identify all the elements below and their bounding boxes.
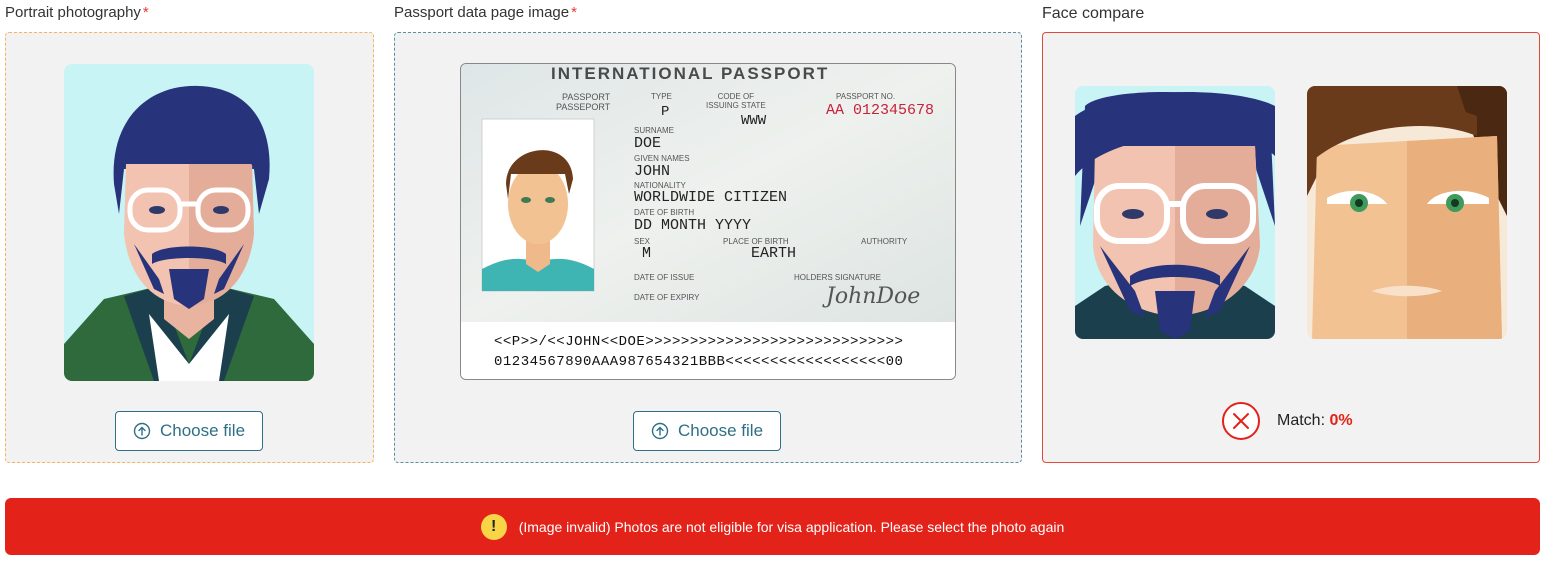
error-banner: ! (Image invalid) Photos are not eligibl… [5, 498, 1540, 555]
mrz-line-2: 01234567890AAA987654321BBB<<<<<<<<<<<<<<… [494, 354, 904, 370]
place-of-birth-value: EARTH [751, 245, 797, 262]
match-text: Match: 0% [1277, 412, 1353, 430]
passport-label-1: PASSPORT [562, 92, 611, 102]
date-of-expiry-label: DATE OF EXPIRY [634, 293, 700, 302]
face-compare-label: Face compare [1042, 5, 1145, 22]
mismatch-x-icon [1222, 402, 1260, 440]
surname-value: DOE [634, 135, 662, 152]
passport-type-label-block: PASSPORT PASSEPORT [556, 92, 610, 112]
match-percentage: 0% [1329, 412, 1353, 429]
match-label: Match: [1277, 412, 1330, 429]
portrait-label-text: Portrait photography [5, 4, 141, 21]
portrait-label: Portrait photography * [5, 4, 149, 21]
passport-upload-panel[interactable]: INTERNATIONAL PASSPORT PASSPORT PASSEPOR… [394, 32, 1022, 463]
face-compare-panel: Match: 0% [1042, 32, 1540, 463]
compare-portrait-face [1075, 86, 1275, 339]
given-names-label: GIVEN NAMES [634, 154, 690, 163]
code-value: WWW [741, 113, 767, 129]
match-result: Match: 0% [1221, 401, 1353, 441]
authority-label: AUTHORITY [861, 237, 908, 246]
given-names-value: JOHN [634, 163, 671, 180]
portrait-choose-file-button[interactable]: Choose file [115, 411, 263, 451]
choose-file-label: Choose file [677, 421, 764, 440]
type-value: P [661, 104, 670, 120]
dob-label: DATE OF BIRTH [634, 208, 695, 217]
dob-value: DD MONTH YYYY [634, 217, 752, 234]
passport-choose-file-button[interactable]: Choose file [633, 411, 781, 451]
surname-label: SURNAME [634, 126, 675, 135]
passport-label: Passport data page image * [394, 4, 577, 21]
passport-number-value: AA 012345678 [826, 102, 935, 119]
required-mark: * [571, 4, 577, 21]
date-of-issue-label: DATE OF ISSUE [634, 273, 695, 282]
mrz-line-1: <<P>>/<<JOHN<<DOE>>>>>>>>>>>>>>>>>>>>>>>… [494, 334, 904, 350]
passport-number-label: PASSPORT NO. [836, 92, 896, 101]
holders-signature-label: HOLDERS SIGNATURE [794, 273, 881, 282]
upload-icon [651, 422, 669, 440]
portrait-upload-panel[interactable]: Choose file [5, 32, 374, 463]
issuing-state-label-block: CODE OF ISSUING STATE [706, 92, 766, 110]
type-label: TYPE [651, 92, 672, 101]
portrait-image [64, 64, 314, 381]
upload-icon [133, 422, 151, 440]
error-message: (Image invalid) Photos are not eligible … [518, 518, 1065, 535]
code-label-1: CODE OF [717, 92, 755, 101]
nationality-value: WORLDWIDE CITIZEN [634, 189, 788, 206]
passport-label-2: PASSEPORT [556, 102, 611, 112]
choose-file-label: Choose file [159, 421, 246, 440]
compare-passport-face [1307, 86, 1507, 339]
passport-image: INTERNATIONAL PASSPORT PASSPORT PASSEPOR… [460, 63, 956, 380]
required-mark: * [142, 4, 149, 21]
passport-header: INTERNATIONAL PASSPORT [551, 64, 830, 83]
passport-label-text: Passport data page image [394, 4, 570, 21]
signature: JohnDoe [826, 284, 921, 309]
warning-icon: ! [480, 513, 507, 540]
sex-value: M [642, 245, 652, 262]
code-label-2: ISSUING STATE [706, 101, 766, 110]
